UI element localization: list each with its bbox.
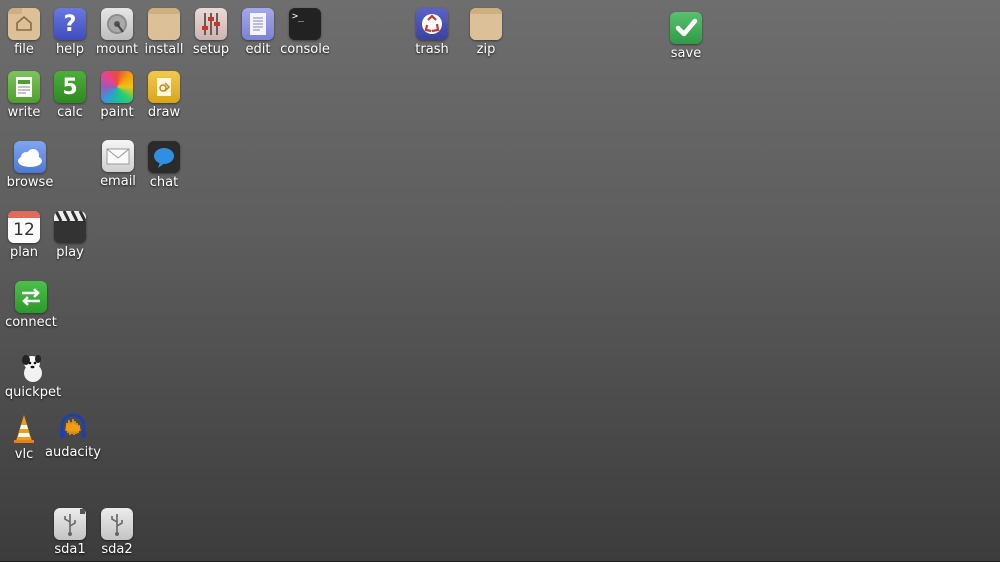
recycle-icon (416, 8, 448, 40)
network-arrows-icon (15, 281, 47, 313)
desktop-icon-label: draw (147, 105, 181, 120)
desktop-icon-label: calc (57, 105, 83, 120)
terminal-icon: >_ (289, 8, 321, 40)
desktop-icon-label: audacity (45, 445, 101, 460)
desktop-icon-label: sda2 (101, 542, 133, 557)
desktop-icon-label: connect (5, 315, 57, 330)
checkmark-icon (670, 12, 702, 44)
drawing-icon (148, 71, 180, 103)
desktop-icon-label: browse (6, 175, 54, 190)
desktop-icon-label: play (56, 245, 84, 260)
desktop-icon-label: zip (476, 42, 496, 57)
desktop-icon-label: edit (245, 42, 271, 57)
desktop-icon-label: sda1 (54, 542, 86, 557)
desktop-icon-label: plan (9, 245, 39, 260)
desktop-icon-draw[interactable]: draw (129, 71, 199, 120)
desktop-icon-label: trash (415, 42, 449, 57)
desktop-icon-audacity[interactable]: audacity (38, 411, 108, 460)
usb-drive-icon (101, 508, 133, 540)
desktop-icon-label: quickpet (4, 385, 62, 400)
desktop-icon-save[interactable]: save (651, 12, 721, 61)
archive-box-icon (470, 8, 502, 40)
desktop-icon-browse[interactable]: browse (0, 141, 65, 190)
desktop-icon-label: help (55, 42, 85, 57)
desktop-icon-chat[interactable]: chat (129, 141, 199, 190)
desktop-icon-label: chat (149, 175, 179, 190)
desktop-icon-sda2[interactable]: sda2 (82, 508, 152, 557)
cloud-icon (14, 141, 46, 173)
desktop-icon-zip[interactable]: zip (451, 8, 521, 57)
speech-bubble-icon (148, 141, 180, 173)
desktop-icon-label: vlc (14, 447, 34, 462)
desktop-icon-label: save (670, 46, 702, 61)
clapperboard-icon (54, 211, 86, 243)
desktop-icon-connect[interactable]: connect (0, 281, 66, 330)
headphones-waveform-icon (57, 411, 89, 443)
desktop-icon-play[interactable]: play (35, 211, 105, 260)
desktop-icon-label: console (280, 42, 330, 57)
puppy-icon (17, 351, 49, 383)
desktop-icon-quickpet[interactable]: quickpet (0, 351, 68, 400)
traffic-cone-icon (8, 413, 40, 445)
desktop-icon-label: file (14, 42, 34, 57)
desktop-icon-console[interactable]: >_ console (270, 8, 340, 57)
